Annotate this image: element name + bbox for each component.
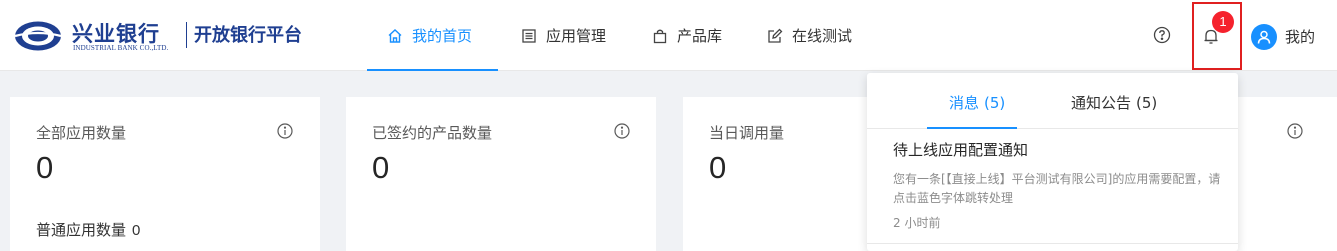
app-list-icon [521,28,537,44]
stat-card-signed-products: 已签约的产品数量 0 [346,97,656,251]
nav-online-test[interactable]: 在线测试 [767,0,852,71]
info-icon[interactable] [1287,123,1303,139]
bank-name-en: INDUSTRIAL BANK CO.,LTD. [73,44,169,52]
tab-divider [867,128,1238,129]
nav-online-test-label: 在线测试 [792,27,853,45]
notification-badge: 1 [1212,11,1234,33]
nav-product-library[interactable]: 产品库 [652,0,722,71]
stat-card-sub: 普通应用数量 0 [36,219,140,240]
message-time: 2 小时前 [893,216,941,230]
stat-card-all-apps: 全部应用数量 0 普通应用数量 0 [10,97,320,251]
bank-logo-icon [14,21,62,51]
nav-home-label: 我的首页 [412,27,473,45]
edit-icon [767,28,783,44]
info-icon[interactable] [614,123,630,139]
tab-active-indicator [927,127,1017,129]
top-header: 兴业银行 INDUSTRIAL BANK CO.,LTD. 开放银行平台 我的首… [0,0,1337,71]
question-circle-icon[interactable] [1153,26,1171,44]
tab-announcements-count: (5) [1136,94,1158,112]
stat-card-sub-value: 0 [132,222,141,239]
nav-active-indicator [367,69,498,71]
user-menu-label[interactable]: 我的 [1285,26,1315,47]
home-icon [387,28,403,44]
stat-card-value: 0 [372,150,390,185]
bag-icon [652,28,668,44]
info-icon[interactable] [277,123,293,139]
stat-card-title: 全部应用数量 [36,124,127,142]
tab-announcements-label: 通知公告 [1071,94,1132,112]
stat-card-value: 0 [709,150,727,185]
message-divider [867,243,1238,244]
stat-card-title: 当日调用量 [709,124,785,142]
logo-divider [186,22,187,48]
nav-app-management[interactable]: 应用管理 [521,0,606,71]
message-title[interactable]: 待上线应用配置通知 [893,139,1028,160]
message-body: 您有一条[【直接上线】平台测试有限公司]的应用需要配置，请点击蓝色字体跳转处理 [893,172,1221,205]
nav-product-library-label: 产品库 [677,27,723,45]
nav-home[interactable]: 我的首页 [387,0,472,71]
tab-messages-count: (5) [984,94,1006,112]
tab-messages-label: 消息 [949,94,980,112]
stat-card-sub-label: 普通应用数量 [36,221,127,239]
stat-card-title: 已签约的产品数量 [372,124,493,142]
tab-messages[interactable]: 消息 (5) [949,92,1005,113]
notification-dropdown: 消息 (5) 通知公告 (5) 待上线应用配置通知 您有一条[【直接上线】平台测试有… [867,73,1238,251]
stat-card-value: 0 [36,150,54,185]
user-icon [1257,30,1271,44]
tab-announcements[interactable]: 通知公告 (5) [1071,92,1157,113]
platform-name: 开放银行平台 [194,25,302,46]
user-avatar[interactable] [1251,24,1277,50]
nav-app-management-label: 应用管理 [546,27,607,45]
